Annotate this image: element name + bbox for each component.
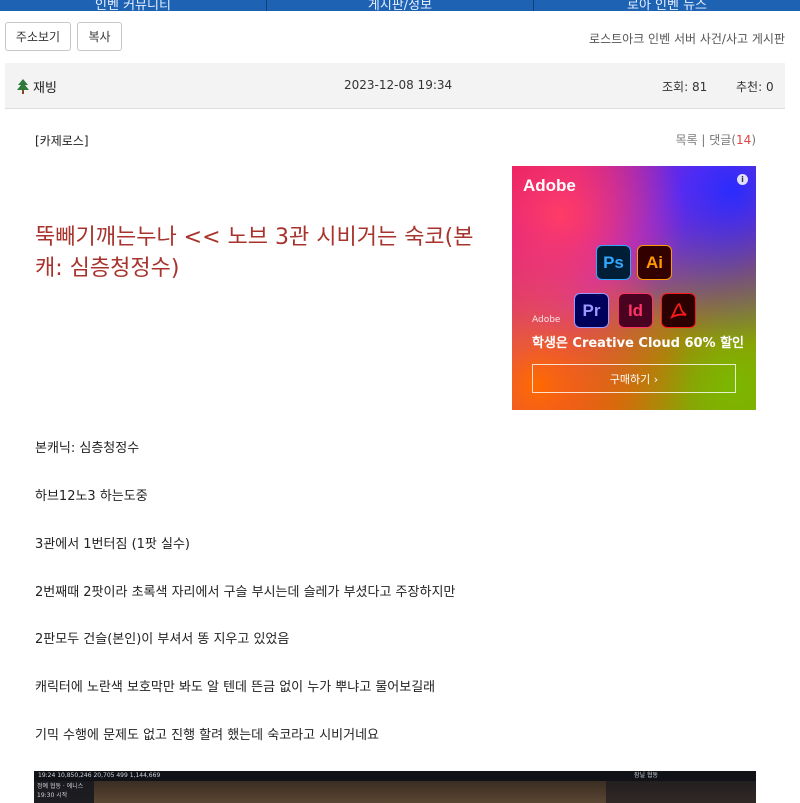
- body-line: 2판모두 건슬(본인)이 부셔서 똥 지우고 있었음: [35, 632, 290, 647]
- comment-link[interactable]: 댓글(14): [709, 133, 756, 147]
- body-line: 본캐닉: 심층청정수: [35, 441, 140, 456]
- post-toolbar: 주소보기 복사: [5, 22, 122, 51]
- nav-tab-community[interactable]: 인벤 커뮤니티: [0, 0, 266, 11]
- link-separator: |: [701, 133, 706, 147]
- comment-count: 14: [736, 133, 752, 147]
- comment-label: 댓글(: [709, 133, 737, 147]
- illustrator-icon: Ai: [637, 245, 672, 280]
- acrobat-icon: [661, 293, 696, 328]
- tree-icon: [17, 79, 29, 94]
- author-name: 재빙: [33, 81, 57, 96]
- body-line: 기믹 수행에 문제도 없고 진행 할려 했는데 숙코라고 시비거네요: [35, 728, 380, 743]
- game-panel-time: 19:30 시작: [37, 792, 68, 799]
- body-line: 3관에서 1번터짐 (1팟 실수): [35, 537, 190, 552]
- view-count: 조회: 81: [662, 80, 708, 94]
- ad-headline: 학생은 Creative Cloud 60% 할인: [532, 336, 745, 351]
- top-nav: 인벤 커뮤니티 게시판/정보 로아 인벤 뉴스: [0, 0, 800, 11]
- post-info-bar: 재빙 2023-12-08 19:34 조회: 81 추천: 0: [5, 63, 785, 109]
- game-hud-text: 19:24 10,850,246 20,705 499 1,144,669: [38, 772, 161, 779]
- game-side-panel: [606, 781, 756, 803]
- body-line: 하브12노3 하는도중: [35, 489, 148, 504]
- nav-tab-board[interactable]: 게시판/정보: [266, 0, 533, 11]
- address-button[interactable]: 주소보기: [5, 22, 71, 51]
- list-link[interactable]: 목록: [675, 133, 697, 147]
- adobe-logo: Adobe: [523, 176, 576, 195]
- copy-button[interactable]: 복사: [77, 22, 122, 51]
- post-category: [카제로스]: [35, 134, 89, 148]
- nav-tab-news[interactable]: 로아 인벤 뉴스: [533, 0, 800, 11]
- recommend-count: 추천: 0: [736, 80, 774, 94]
- game-hud-right: 잠닐 협동: [634, 772, 658, 779]
- indesign-icon: Id: [618, 293, 653, 328]
- acrobat-glyph: [669, 302, 687, 319]
- premiere-icon: Pr: [574, 293, 609, 328]
- game-hud-bar: 19:24 10,850,246 20,705 499 1,144,669 잠닐…: [34, 771, 756, 781]
- adobe-ad[interactable]: Adobe i Ps Ai Pr Id Adobe 학생은 Creative C…: [512, 166, 756, 410]
- ad-small-brand: Adobe: [532, 315, 561, 325]
- post-title: 뚝빼기깨는누나 << 노브 3관 시비거는 숙코(본캐: 심층청정수): [35, 225, 474, 281]
- post-date: 2023-12-08 19:34: [344, 78, 453, 92]
- photoshop-icon: Ps: [596, 245, 631, 280]
- comment-close: ): [751, 133, 756, 147]
- ad-info-icon[interactable]: i: [737, 174, 748, 185]
- game-panel-title: 정예 협동 · 에니스: [37, 783, 84, 790]
- body-line: 캐릭터에 노란색 보호막만 봐도 알 텐데 뜬금 없이 누가 뿌냐고 물어보길래: [35, 680, 436, 695]
- ad-buy-button[interactable]: 구매하기 ›: [532, 364, 736, 393]
- post-author[interactable]: 재빙: [17, 77, 57, 96]
- game-screenshot[interactable]: 19:24 10,850,246 20,705 499 1,144,669 잠닐…: [34, 771, 756, 803]
- body-line: 2번째때 2팟이라 초록색 자리에서 구슬 부시는데 슬레가 부셨다고 주장하지…: [35, 585, 456, 600]
- post-links: 목록 | 댓글(14): [675, 131, 756, 148]
- board-name-link[interactable]: 로스트아크 인벤 서버 사건/사고 게시판: [589, 30, 785, 47]
- game-raid-panel: 정예 협동 · 에니스 19:30 시작: [34, 781, 94, 803]
